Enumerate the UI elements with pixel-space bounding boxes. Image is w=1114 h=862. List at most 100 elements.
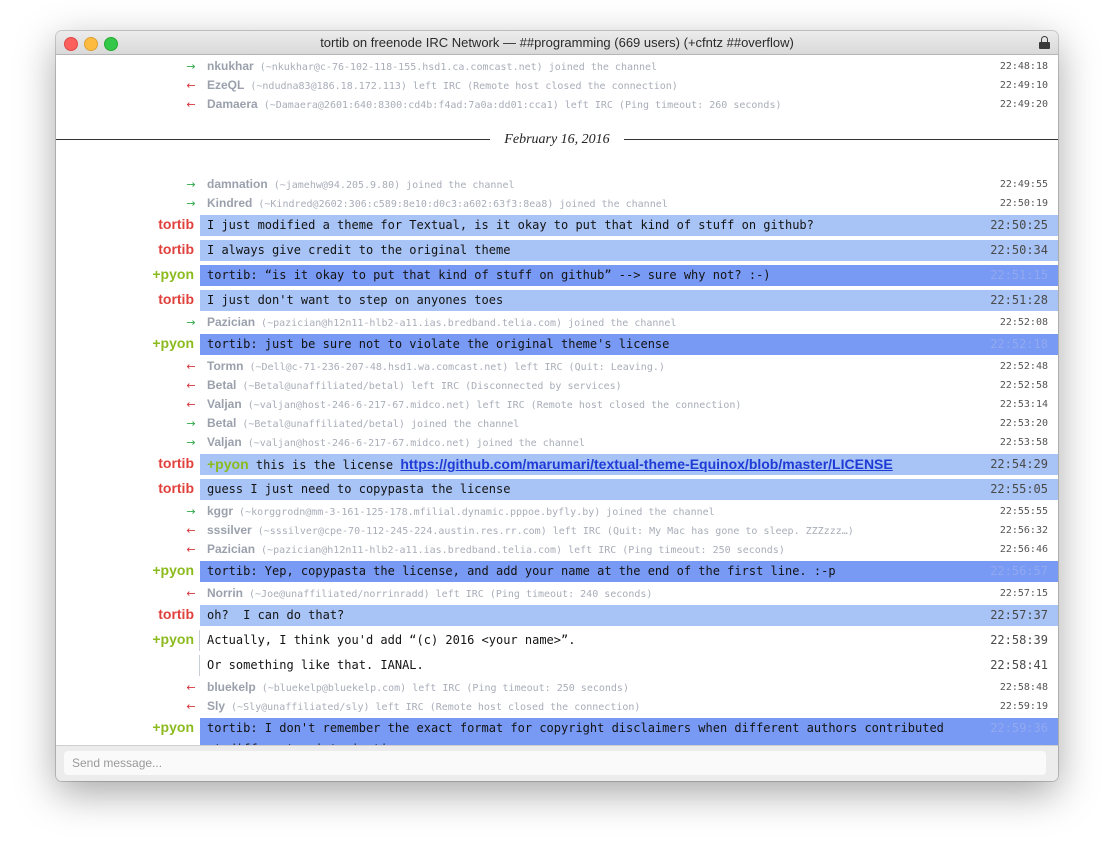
message-text: I just modified a theme for Textual, is …	[207, 215, 963, 236]
message-timestamp: 22:52:18	[990, 337, 1048, 351]
message-timestamp: 22:50:34	[990, 243, 1048, 257]
message-body: tortib: just be sure not to violate the …	[207, 337, 670, 351]
join-event: → Pazician (~pazician@h12n11-hlb2-a11.ias…	[56, 313, 1058, 332]
event-text: Valjan (~valjan@host-246-6-217-67.midco.…	[207, 433, 938, 453]
part-arrow-icon: ←	[186, 681, 196, 694]
message-nick[interactable]: tortib	[56, 214, 194, 235]
part-event: ← EzeQL (~ndudna83@186.18.172.113) left I…	[56, 76, 1058, 95]
message-nick[interactable]: +pyon	[56, 629, 194, 650]
message-body: I just modified a theme for Textual, is …	[207, 218, 814, 232]
message-nick[interactable]: +pyon	[56, 717, 194, 738]
event-text: Kindred (~Kindred@2602:306:c589:8e10:d0c…	[207, 194, 938, 214]
message-timestamp: 22:57:37	[990, 608, 1048, 622]
message-nick[interactable]: tortib	[56, 289, 194, 310]
event-timestamp: 22:56:32	[999, 525, 1048, 536]
part-arrow-icon: ←	[186, 79, 196, 92]
part-event: ← Norrin (~Joe@unaffiliated/norrinradd) l…	[56, 584, 1058, 603]
event-timestamp: 22:57:15	[999, 588, 1048, 599]
message-text: I always give credit to the original the…	[207, 240, 963, 261]
message-timestamp: 22:58:41	[990, 658, 1048, 672]
message-body: I always give credit to the original the…	[207, 243, 511, 257]
event-detail: (~korggrodn@mm-3-161-125-178.mfilial.dyn…	[233, 507, 715, 518]
chat-message: tortib guess I just need to copypasta the…	[56, 478, 1058, 501]
part-event: ← Damaera (~Damaera@2601:640:8300:cd4b:f4…	[56, 95, 1058, 114]
part-event: ← Tormn (~Dell@c-71-236-207-48.hsd1.wa.co…	[56, 357, 1058, 376]
event-timestamp: 22:49:55	[999, 179, 1048, 190]
event-timestamp: 22:52:08	[999, 317, 1048, 328]
event-detail: (~nkukhar@c-76-102-118-155.hsd1.ca.comca…	[253, 62, 658, 73]
message-timestamp: 22:51:15	[990, 268, 1048, 282]
message-nick[interactable]: tortib	[56, 239, 194, 260]
date-divider: February 16, 2016	[56, 129, 1058, 151]
message-body: guess I just need to copypasta the licen…	[207, 482, 511, 496]
event-nick[interactable]: damnation	[207, 177, 268, 191]
event-nick[interactable]: Betal	[207, 378, 236, 392]
event-text: Damaera (~Damaera@2601:640:8300:cd4b:f4a…	[207, 95, 938, 115]
message-nick[interactable]: tortib	[56, 604, 194, 625]
event-detail: (~Kindred@2602:306:c589:8e10:d0c3:a602:6…	[252, 199, 668, 210]
event-nick[interactable]: bluekelp	[207, 680, 256, 694]
part-arrow-icon: ←	[186, 98, 196, 111]
mention-nick[interactable]: +pyon	[207, 456, 249, 472]
part-event: ← Sly (~Sly@unaffiliated/sly) left IRC (R…	[56, 697, 1058, 716]
event-detail: (~pazician@h12n11-hlb2-a11.ias.bredband.…	[255, 318, 677, 329]
chat-message: tortib I just don't want to step on anyon…	[56, 289, 1058, 312]
event-nick[interactable]: EzeQL	[207, 78, 244, 92]
part-event: ← bluekelp (~bluekelp@bluekelp.com) left …	[56, 678, 1058, 697]
message-text: oh? I can do that?	[207, 605, 963, 626]
event-text: sssilver (~sssilver@cpe-70-112-245-224.a…	[207, 521, 938, 541]
event-nick[interactable]: Pazician	[207, 542, 255, 556]
event-nick[interactable]: sssilver	[207, 523, 252, 537]
event-nick[interactable]: Kindred	[207, 196, 252, 210]
event-detail: (~valjan@host-246-6-217-67.midco.net) jo…	[241, 438, 585, 449]
message-link[interactable]: https://github.com/marumari/textual-them…	[400, 456, 892, 472]
join-arrow-icon: →	[186, 505, 196, 518]
event-detail: (~Betal@unaffiliated/betal) joined the c…	[236, 419, 520, 430]
chat-message: Or something like that. IANAL. 22:58:41	[56, 654, 1058, 677]
part-arrow-icon: ←	[186, 700, 196, 713]
part-arrow-icon: ←	[186, 543, 196, 556]
message-nick[interactable]: +pyon	[56, 560, 194, 581]
event-nick[interactable]: Valjan	[207, 435, 242, 449]
event-detail: (~jamehw@94.205.9.80) joined the channel	[267, 180, 515, 191]
message-log[interactable]: February 16, 2016 → nkukhar (~nkukhar@c-7…	[56, 55, 1058, 745]
event-nick[interactable]: Valjan	[207, 397, 242, 411]
window-title: tortib on freenode IRC Network — ##progr…	[320, 35, 794, 50]
event-nick[interactable]: nkukhar	[207, 59, 254, 73]
message-nick[interactable]: tortib	[56, 478, 194, 499]
event-text: Betal (~Betal@unaffiliated/betal) joined…	[207, 414, 938, 434]
event-nick[interactable]: Pazician	[207, 315, 255, 329]
event-detail: (~pazician@h12n11-hlb2-a11.ias.bredband.…	[255, 545, 785, 556]
event-timestamp: 22:50:19	[999, 198, 1048, 209]
event-nick[interactable]: Tormn	[207, 359, 243, 373]
chat-message: +pyon tortib: Yep, copypasta the license,…	[56, 560, 1058, 583]
part-arrow-icon: ←	[186, 360, 196, 373]
join-event: → damnation (~jamehw@94.205.9.80) joined …	[56, 175, 1058, 194]
message-nick[interactable]: tortib	[56, 453, 194, 474]
event-text: kggr (~korggrodn@mm-3-161-125-178.mfilia…	[207, 502, 938, 522]
join-arrow-icon: →	[186, 417, 196, 430]
message-nick[interactable]: +pyon	[56, 264, 194, 285]
lock-icon	[1039, 36, 1050, 49]
event-text: Pazician (~pazician@h12n11-hlb2-a11.ias.…	[207, 313, 938, 333]
message-timestamp: 22:54:29	[990, 457, 1048, 471]
event-nick[interactable]: Norrin	[207, 586, 243, 600]
event-nick[interactable]: kggr	[207, 504, 233, 518]
join-event: → nkukhar (~nkukhar@c-76-102-118-155.hsd1…	[56, 57, 1058, 76]
event-timestamp: 22:56:46	[999, 544, 1048, 555]
join-arrow-icon: →	[186, 197, 196, 210]
event-nick[interactable]: Sly	[207, 699, 225, 713]
message-body: this is the license	[248, 458, 401, 472]
event-nick[interactable]: Betal	[207, 416, 236, 430]
event-timestamp: 22:55:55	[999, 506, 1048, 517]
event-text: EzeQL (~ndudna83@186.18.172.113) left IR…	[207, 76, 938, 96]
message-body: tortib: Yep, copypasta the license, and …	[207, 564, 836, 578]
event-text: damnation (~jamehw@94.205.9.80) joined t…	[207, 175, 938, 195]
event-timestamp: 22:58:48	[999, 682, 1048, 693]
message-text: tortib: Yep, copypasta the license, and …	[207, 561, 963, 582]
event-nick[interactable]: Damaera	[207, 97, 258, 111]
title-bar: tortib on freenode IRC Network — ##progr…	[56, 31, 1058, 55]
message-input[interactable]	[64, 751, 1046, 775]
part-event: ← sssilver (~sssilver@cpe-70-112-245-224.…	[56, 521, 1058, 540]
message-nick[interactable]: +pyon	[56, 333, 194, 354]
